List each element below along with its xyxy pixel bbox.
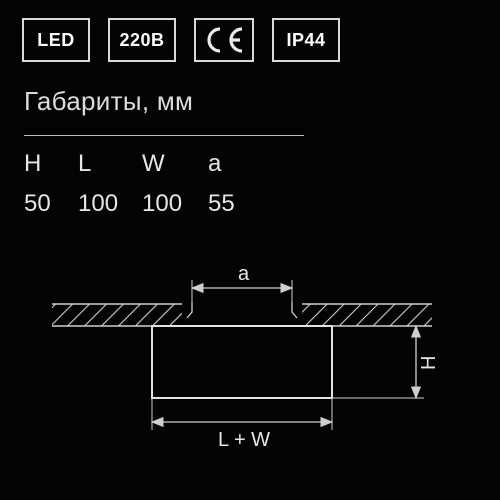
dimensions-table: H L W a 50 100 100 55 [24,135,304,218]
cell-a: 55 [208,190,258,218]
badge-voltage: 220B [108,18,176,62]
col-header-L: L [78,150,142,178]
diagram-label-H: H [418,356,440,370]
table-header-row: H L W a [24,150,304,178]
spec-badges: LED 220B IP44 [22,18,478,62]
col-header-H: H [24,150,78,178]
section-title-dimensions: Габариты, мм [24,86,478,117]
cell-H: 50 [24,190,78,218]
table-value-row: 50 100 100 55 [24,190,304,218]
cell-L: 100 [78,190,142,218]
badge-ce [194,18,254,62]
diagram-label-LW: L + W [218,429,270,451]
diagram-label-a: a [238,263,250,285]
badge-led: LED [22,18,90,62]
cell-W: 100 [142,190,208,218]
col-header-W: W [142,150,208,178]
badge-ip: IP44 [272,18,340,62]
table-rule [24,135,304,136]
col-header-a: a [208,150,258,178]
ce-mark-icon [202,26,246,54]
dimension-diagram: a H L + W [22,252,478,462]
